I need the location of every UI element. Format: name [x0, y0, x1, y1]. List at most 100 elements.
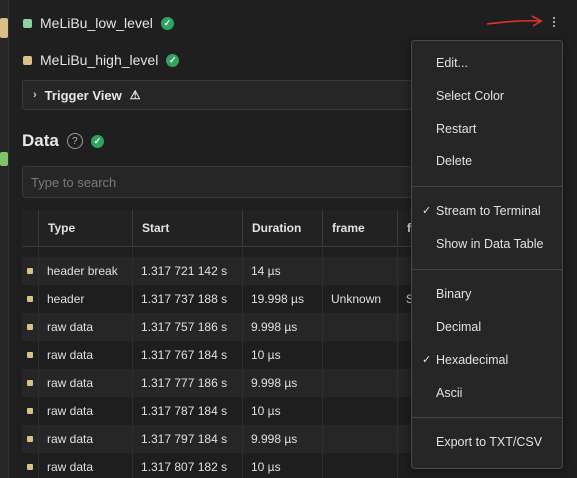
table-row[interactable]: raw data 1.317 797 184 s 9.998 µs: [22, 425, 422, 453]
timeline-marker-yellow: [0, 18, 8, 38]
cell-start: 1.317 721 142 s: [141, 264, 228, 278]
cell-duration: 14 µs: [251, 264, 281, 278]
cell-duration: 10 µs: [251, 404, 281, 418]
column-divider: [132, 246, 133, 478]
check-circle-icon: ✓: [90, 134, 104, 148]
menu-item-export-to-txt-csv[interactable]: Export to TXT/CSV: [412, 428, 562, 456]
cell-frame: Unknown: [331, 292, 382, 306]
menu-item-label: Restart: [436, 122, 477, 136]
cell-frame: [322, 397, 397, 425]
cell-frame: [322, 341, 397, 369]
column-divider: [242, 246, 243, 478]
data-table: Type Start Duration frame f header break…: [22, 210, 422, 478]
cell-type: raw data: [47, 404, 94, 418]
cell-type: raw data: [47, 432, 94, 446]
left-panel-strip: [0, 0, 9, 478]
channel-color-swatch: [23, 18, 32, 28]
menu-item-label: Decimal: [436, 320, 482, 334]
cell-type: raw data: [47, 348, 94, 362]
column-header-start[interactable]: Start: [132, 210, 242, 246]
table-row[interactable]: raw data 1.317 757 186 s 9.998 µs: [22, 313, 422, 341]
annotation-arrow-icon: [486, 15, 543, 27]
row-color-swatch: [27, 408, 33, 414]
table-row[interactable]: raw data 1.317 787 184 s 10 µs: [22, 397, 422, 425]
menu-item-ascii[interactable]: Ascii: [412, 379, 562, 407]
menu-item-decimal[interactable]: Decimal: [412, 313, 562, 341]
cell-frame: [322, 257, 397, 285]
menu-item-label: Hexadecimal: [436, 353, 509, 367]
menu-item-edit[interactable]: Edit...: [412, 49, 562, 77]
menu-item-label: Export to TXT/CSV: [436, 435, 543, 449]
cell-frame: [322, 313, 397, 341]
cell-frame: [322, 425, 397, 453]
menu-divider: [412, 269, 562, 270]
cell-duration: 19.998 µs: [251, 292, 304, 306]
search-input[interactable]: [22, 166, 422, 198]
column-divider: [397, 246, 398, 478]
data-section-title: Data: [22, 131, 59, 150]
chevron-right-icon: ›: [33, 89, 37, 101]
cell-type: raw data: [47, 320, 94, 334]
table-row[interactable]: header 1.317 737 188 s 19.998 µs Unknown S: [22, 285, 422, 313]
table-row[interactable]: header break 1.317 721 142 s 14 µs: [22, 257, 422, 285]
cell-frame: [322, 369, 397, 397]
cell-type: raw data: [47, 460, 94, 474]
channel-name: MeLiBu_high_level: [40, 52, 159, 68]
cell-type: header: [47, 292, 85, 306]
cell-duration: 9.998 µs: [251, 320, 298, 334]
menu-item-binary[interactable]: Binary: [412, 280, 562, 308]
menu-item-stream-to-terminal[interactable]: ✓ Stream to Terminal: [412, 197, 562, 225]
row-color-swatch: [27, 268, 33, 274]
menu-item-label: Ascii: [436, 386, 463, 400]
cell-type: raw data: [47, 376, 94, 390]
cell-start: 1.317 807 182 s: [141, 460, 228, 474]
column-divider: [322, 246, 323, 478]
more-options-icon[interactable]: [549, 13, 559, 31]
cell-type: header break: [47, 264, 118, 278]
warning-icon: ⚠: [129, 88, 141, 102]
menu-item-label: Binary: [436, 287, 472, 301]
channel-row-high-level[interactable]: MeLiBu_high_level ✓: [23, 49, 180, 71]
data-section-header: Data ? ✓: [22, 131, 104, 151]
trigger-view-toggle[interactable]: › Trigger View ⚠: [22, 80, 422, 110]
check-circle-icon: ✓: [160, 16, 174, 30]
cell-duration: 10 µs: [251, 460, 281, 474]
menu-item-label: Stream to Terminal: [436, 204, 541, 218]
menu-item-select-color[interactable]: Select Color: [412, 82, 562, 110]
menu-item-delete[interactable]: Delete: [412, 147, 562, 175]
help-icon[interactable]: ?: [66, 133, 83, 149]
column-header-frame[interactable]: frame: [322, 210, 397, 246]
cell-duration: 9.998 µs: [251, 376, 298, 390]
row-color-swatch: [27, 380, 33, 386]
cell-start: 1.317 797 184 s: [141, 432, 228, 446]
cell-duration: 9.998 µs: [251, 432, 298, 446]
column-header-type[interactable]: Type: [38, 210, 132, 246]
channel-name: MeLiBu_low_level: [40, 15, 153, 31]
row-color-swatch: [27, 296, 33, 302]
menu-item-show-in-data-table[interactable]: Show in Data Table: [412, 230, 562, 258]
table-row[interactable]: raw data 1.317 807 182 s 10 µs: [22, 453, 422, 478]
cell-duration: 10 µs: [251, 348, 281, 362]
cell-start: 1.317 767 184 s: [141, 348, 228, 362]
cell-start: 1.317 737 188 s: [141, 292, 228, 306]
cell-start: 1.317 787 184 s: [141, 404, 228, 418]
check-circle-icon: ✓: [166, 53, 180, 67]
menu-divider: [412, 417, 562, 418]
channel-row-low-level[interactable]: MeLiBu_low_level ✓: [23, 12, 174, 34]
context-menu: Edit... Select Color Restart Delete ✓ Stream …: [411, 40, 563, 469]
table-row[interactable]: raw data 1.317 767 184 s 10 µs: [22, 341, 422, 369]
row-color-swatch: [27, 436, 33, 442]
table-row[interactable]: raw data 1.317 777 186 s 9.998 µs: [22, 369, 422, 397]
trigger-view-label: Trigger View: [44, 87, 122, 103]
menu-item-hexadecimal[interactable]: ✓ Hexadecimal: [412, 346, 562, 374]
cell-start: 1.317 777 186 s: [141, 376, 228, 390]
row-color-swatch: [27, 352, 33, 358]
checkmark-icon: ✓: [422, 205, 432, 217]
menu-item-restart[interactable]: Restart: [412, 115, 562, 143]
channel-color-swatch: [23, 55, 32, 65]
menu-item-label: Delete: [436, 154, 473, 168]
menu-item-label: Show in Data Table: [436, 237, 544, 251]
column-divider: [38, 246, 39, 478]
row-color-swatch: [27, 464, 33, 470]
column-header-duration[interactable]: Duration: [242, 210, 322, 246]
